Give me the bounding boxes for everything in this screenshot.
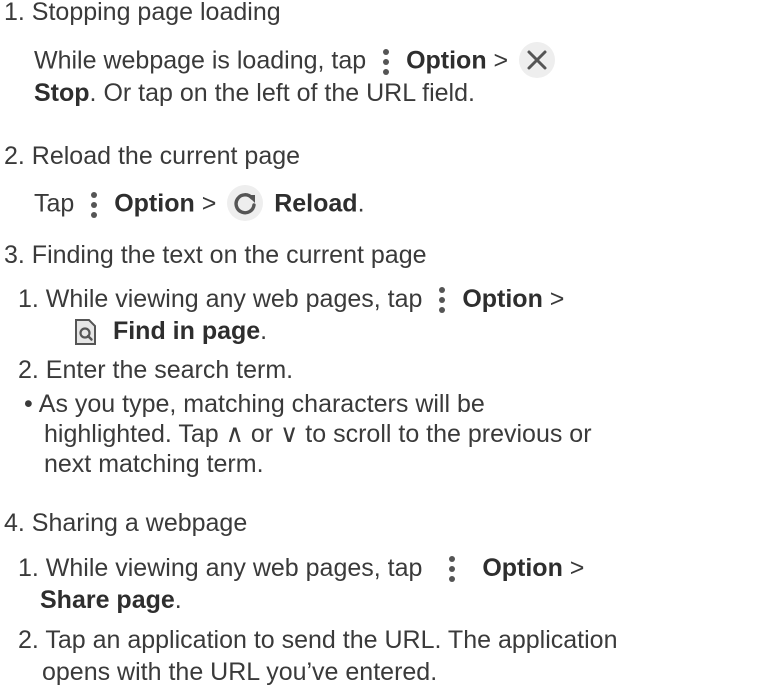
section-3-step-1: 1. While viewing any web pages, tap Opti…	[18, 284, 564, 315]
section-4-heading: 4. Sharing a webpage	[4, 509, 248, 537]
more-vert-icon	[435, 285, 449, 315]
section-1-heading: 1. Stopping page loading	[4, 0, 281, 26]
section-3-bullet-line-3: next matching term.	[44, 450, 264, 478]
step-text: 1. While viewing any web pages, tap	[18, 285, 423, 313]
section-3-bullet-line-1: • As you type, matching characters will b…	[24, 389, 485, 419]
share-page-label: Share page	[40, 586, 175, 614]
section-3-heading: 3. Finding the text on the current page	[4, 241, 427, 269]
section-2-heading: 2. Reload the current page	[4, 142, 301, 170]
tap-text: Tap	[34, 189, 75, 218]
option-label: Option	[406, 46, 487, 75]
close-icon	[519, 42, 556, 78]
section-4-step-1: 1. While viewing any web pages, tap Opti…	[18, 553, 584, 584]
find-in-page-icon	[70, 317, 100, 347]
section-1-text: While webpage is loading, tap	[34, 46, 367, 75]
arrow-separator: >	[549, 285, 565, 313]
more-vert-icon	[445, 554, 459, 584]
section-4-step-2-line-1: 2. Tap an application to send the URL. T…	[18, 626, 618, 654]
section-1-line-1: While webpage is loading, tap Option >	[34, 42, 559, 80]
section-3-step-2: 2. Enter the search term.	[18, 356, 294, 384]
more-vert-icon	[87, 190, 101, 220]
arrow-separator: >	[493, 46, 509, 75]
section-1-tail: . Or tap on the left of the URL field.	[89, 79, 475, 107]
find-in-page-label: Find in page	[112, 317, 261, 345]
section-4-step-2-line-2: opens with the URL you’ve entered.	[42, 658, 438, 686]
bullet-text: As you type, matching characters will be	[38, 390, 485, 418]
period: .	[260, 317, 268, 345]
refresh-icon	[227, 185, 264, 221]
section-2-line-1: Tap Option > Reload.	[34, 185, 365, 223]
arrow-separator: >	[201, 189, 217, 218]
section-3-step-1-cont: Find in page.	[70, 316, 267, 347]
period: .	[357, 189, 365, 218]
section-1-line-2: Stop. Or tap on the left of the URL fiel…	[34, 78, 475, 108]
option-label: Option	[482, 554, 563, 582]
section-3-bullet-line-2: highlighted. Tap ∧ or ∨ to scroll to the…	[44, 420, 592, 448]
section-4-step-1-cont: Share page.	[40, 585, 182, 615]
period: .	[174, 586, 182, 614]
stop-label: Stop	[34, 79, 90, 107]
option-label: Option	[462, 285, 543, 313]
arrow-separator: >	[569, 554, 585, 582]
step-text: 1. While viewing any web pages, tap	[18, 554, 423, 582]
option-label: Option	[114, 189, 195, 218]
bullet-dot: •	[24, 390, 33, 418]
more-vert-icon	[379, 47, 393, 77]
reload-label: Reload	[274, 189, 358, 218]
